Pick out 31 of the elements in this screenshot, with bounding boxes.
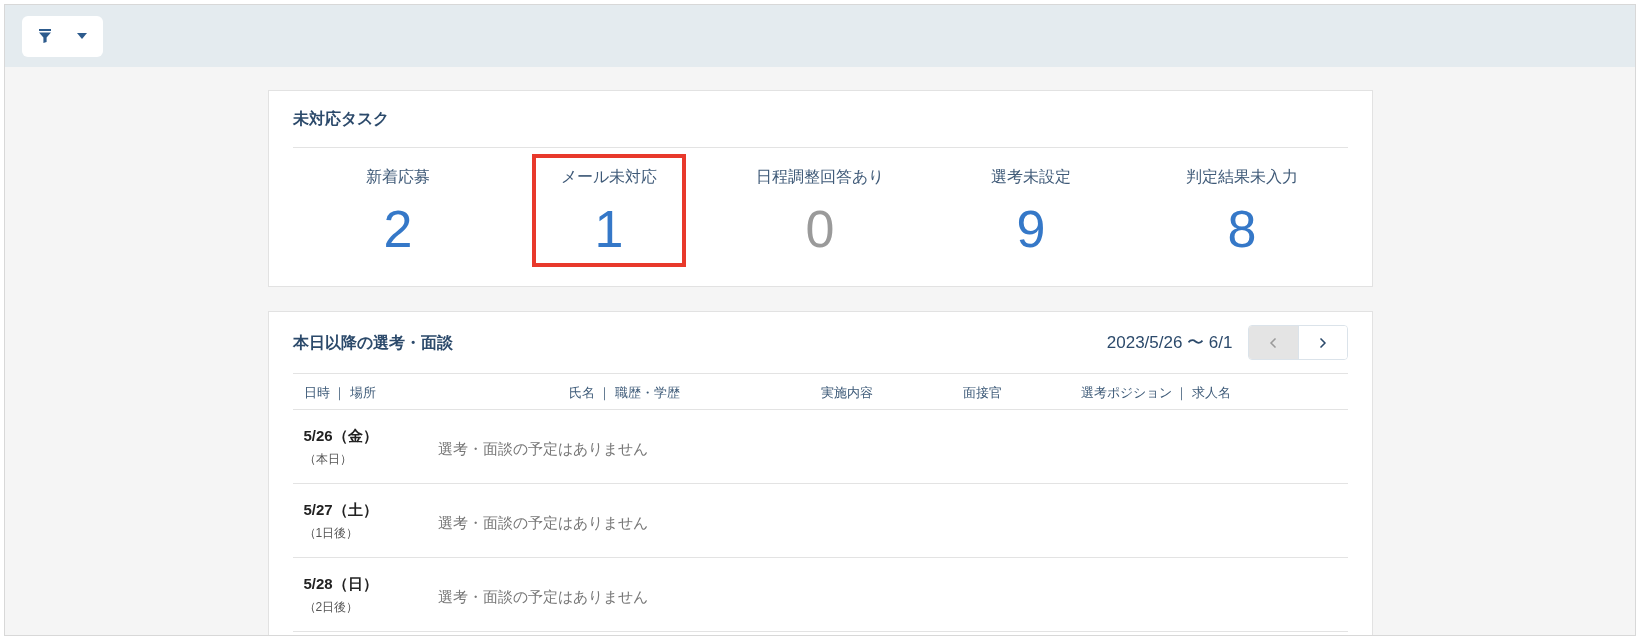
column-header: 日時 ｜ 場所 [303,384,376,400]
date-range: 2023/5/26 〜 6/1 [1106,331,1233,354]
task-label: 日程調整回答あり [756,167,884,187]
column-header: 実施内容 [820,384,873,400]
task-count[interactable]: 2 [383,203,413,255]
column-header: 面接官 [962,384,1002,400]
card-title: 未対応タスク [292,109,389,129]
task-label: メール未対応 [561,167,657,187]
next-page-button[interactable] [1297,326,1347,359]
task-label: 新着応募 [366,167,430,187]
task-count[interactable]: 9 [1016,203,1046,255]
task-label: 判定結果未入力 [1186,167,1298,187]
task-count[interactable]: 0 [805,203,835,255]
column-header: 選考ポジション ｜ 求人名 [1080,384,1231,400]
empty-schedule-message: 選考・面談の予定はありません [437,513,648,533]
task-count[interactable]: 8 [1227,203,1257,255]
card-title: 本日以降の選考・面談 [292,332,453,353]
row-relative-day: （本日） [303,451,352,467]
column-header: 氏名 ｜ 職歴・学歴 [568,384,680,400]
row-relative-day: （1日後） [303,525,359,541]
empty-schedule-message: 選考・面談の予定はありません [437,439,648,459]
empty-schedule-message: 選考・面談の予定はありません [437,587,648,607]
row-date: 5/28（日） [303,574,378,594]
row-date: 5/26（金） [303,426,378,446]
task-count[interactable]: 1 [594,203,624,255]
row-date: 5/27（土） [303,500,378,520]
filter-button[interactable] [22,15,103,57]
row-relative-day: （2日後） [303,599,359,615]
filter-icon [38,29,51,43]
task-label: 選考未設定 [991,167,1071,187]
caret-icon [76,33,87,39]
